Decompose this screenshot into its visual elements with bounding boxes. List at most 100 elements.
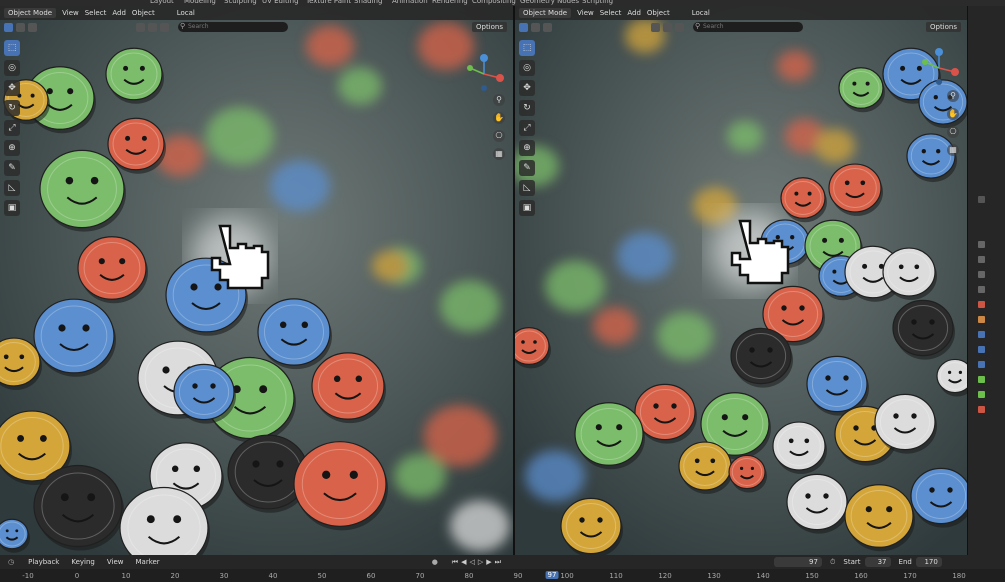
workspace-tab[interactable]: Scripting	[582, 0, 613, 5]
marker-menu[interactable]: Marker	[135, 558, 159, 566]
frame-ruler[interactable]: -10 0 10 20 30 40 50 60 70 80 90 100 110 120 130 140 150…	[0, 569, 1005, 582]
rotate-icon[interactable]: ↻	[4, 100, 20, 116]
menu-add[interactable]: Add	[627, 9, 641, 17]
annotate-icon[interactable]: ✎	[4, 160, 20, 176]
menu-object[interactable]: Object	[647, 9, 670, 17]
cursor-icon[interactable]: ◎	[519, 60, 535, 76]
workspace-tab[interactable]: UV Editing	[262, 0, 299, 5]
add-cube-icon[interactable]: ▣	[4, 200, 20, 216]
select-box-icon[interactable]	[519, 22, 528, 32]
mode-toggle-icon[interactable]	[28, 22, 37, 32]
shading-icon[interactable]	[148, 22, 157, 32]
menu-select[interactable]: Select	[85, 9, 107, 17]
current-frame-field[interactable]: 97	[773, 557, 822, 567]
tool-icon[interactable]	[978, 196, 985, 203]
navigation-gizmo[interactable]	[917, 48, 961, 88]
object-mode-dropdown[interactable]: Object Mode	[4, 8, 57, 18]
move-icon[interactable]: ✥	[4, 80, 20, 96]
menu-view[interactable]: View	[62, 9, 79, 17]
transform-orientation-dropdown[interactable]: Local	[692, 9, 710, 17]
keying-menu[interactable]: Keying	[71, 558, 95, 566]
search-input[interactable]: Search	[693, 21, 803, 32]
frame-tick: 180	[952, 572, 966, 580]
stopwatch-icon[interactable]: ⏱	[830, 558, 835, 567]
camera-icon[interactable]: ⎔	[493, 130, 505, 142]
annotate-icon[interactable]: ✎	[519, 160, 535, 176]
mode-toggle-icon[interactable]	[16, 22, 25, 32]
mode-toggle-icon[interactable]	[531, 22, 540, 32]
constraint-icon[interactable]	[978, 391, 985, 398]
shading-icon[interactable]	[663, 22, 672, 32]
workspace-tab[interactable]: Modeling	[184, 0, 216, 5]
editor-type-icon[interactable]: ◷	[8, 558, 14, 566]
measure-icon[interactable]: ◺	[4, 180, 20, 196]
material-icon[interactable]	[978, 406, 985, 413]
view-menu[interactable]: View	[107, 558, 124, 566]
grid-icon[interactable]: ▦	[947, 144, 959, 156]
scale-icon[interactable]: ⤢	[4, 120, 20, 136]
world-icon[interactable]	[978, 301, 985, 308]
modifier-icon[interactable]	[978, 331, 985, 338]
start-frame-field[interactable]: 37	[864, 557, 891, 567]
pan-icon[interactable]: ✋	[493, 112, 505, 124]
workspace-tab[interactable]: Layout	[150, 0, 174, 5]
workspace-tab[interactable]: Geometry Nodes	[520, 0, 579, 5]
output-icon[interactable]	[978, 256, 985, 263]
transform-icon[interactable]: ⊕	[4, 140, 20, 156]
workspace-tab[interactable]: Animation	[392, 0, 428, 5]
workspace-tab[interactable]: Rendering	[432, 0, 468, 5]
pan-icon[interactable]: ✋	[947, 108, 959, 120]
playback-controls[interactable]: ⏮◀◁▷▶⏭	[452, 558, 504, 567]
cursor-icon[interactable]: ◎	[4, 60, 20, 76]
workspace-tab[interactable]: Compositing	[472, 0, 516, 5]
playhead[interactable]: 97	[545, 571, 559, 579]
viewport-right[interactable]: Object Mode View Select Add Object Local…	[515, 6, 967, 555]
transform-icon[interactable]: ⊕	[519, 140, 535, 156]
record-icon[interactable]: ●	[432, 558, 438, 566]
options-button[interactable]: Options	[471, 22, 507, 32]
properties-panel[interactable]	[967, 6, 1005, 555]
menu-view[interactable]: View	[577, 9, 594, 17]
zoom-icon[interactable]: ⚲	[493, 94, 505, 106]
workspace-tab[interactable]: Sculpting	[224, 0, 257, 5]
visibility-icon[interactable]	[136, 22, 145, 32]
frame-tick: 110	[609, 572, 623, 580]
mode-toggle-icon[interactable]	[543, 22, 552, 32]
end-frame-field[interactable]: 170	[915, 557, 942, 567]
measure-icon[interactable]: ◺	[519, 180, 535, 196]
menu-select[interactable]: Select	[600, 9, 622, 17]
camera-icon[interactable]: ⎔	[947, 126, 959, 138]
add-cube-icon[interactable]: ▣	[519, 200, 535, 216]
select-box-icon[interactable]: ⬚	[519, 40, 535, 56]
move-icon[interactable]: ✥	[519, 80, 535, 96]
particles-icon[interactable]	[978, 346, 985, 353]
frame-tick: 140	[756, 572, 770, 580]
object-icon[interactable]	[978, 316, 985, 323]
search-input[interactable]: Search	[178, 21, 288, 32]
workspace-tab[interactable]: Texture Paint	[306, 0, 351, 5]
object-mode-dropdown[interactable]: Object Mode	[519, 8, 572, 18]
navigation-gizmo[interactable]	[462, 54, 506, 94]
grid-icon[interactable]: ▦	[493, 148, 505, 160]
data-icon[interactable]	[978, 376, 985, 383]
workspace-tab[interactable]: Shading	[354, 0, 382, 5]
view-layer-icon[interactable]	[978, 271, 985, 278]
menu-add[interactable]: Add	[112, 9, 126, 17]
rotate-icon[interactable]: ↻	[519, 100, 535, 116]
transform-orientation-dropdown[interactable]: Local	[177, 9, 195, 17]
select-box-icon[interactable]: ⬚	[4, 40, 20, 56]
visibility-icon[interactable]	[651, 22, 660, 32]
zoom-icon[interactable]: ⚲	[947, 90, 959, 102]
shading-icon[interactable]	[675, 22, 684, 32]
render-icon[interactable]	[978, 241, 985, 248]
shading-icon[interactable]	[160, 22, 169, 32]
select-box-icon[interactable]	[4, 22, 13, 32]
options-button[interactable]: Options	[925, 22, 961, 32]
menu-object[interactable]: Object	[132, 9, 155, 17]
viewport-left-header: Object Mode View Select Add Object Local	[0, 6, 513, 20]
physics-icon[interactable]	[978, 361, 985, 368]
viewport-left[interactable]: Object Mode View Select Add Object Local…	[0, 6, 513, 555]
scale-icon[interactable]: ⤢	[519, 120, 535, 136]
scene-icon[interactable]	[978, 286, 985, 293]
playback-menu[interactable]: Playback	[28, 558, 59, 566]
